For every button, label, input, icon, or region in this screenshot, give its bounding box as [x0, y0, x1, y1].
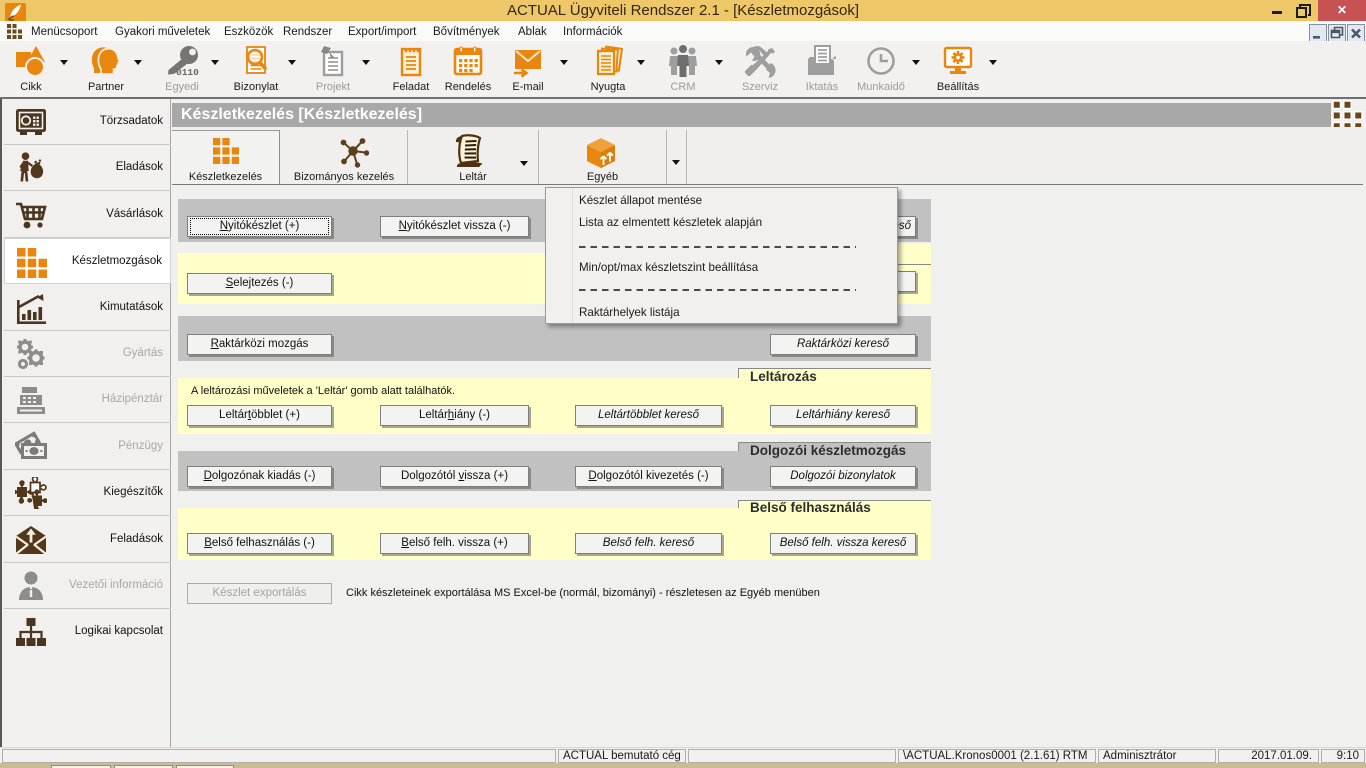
- svg-text:0110: 0110: [176, 67, 199, 78]
